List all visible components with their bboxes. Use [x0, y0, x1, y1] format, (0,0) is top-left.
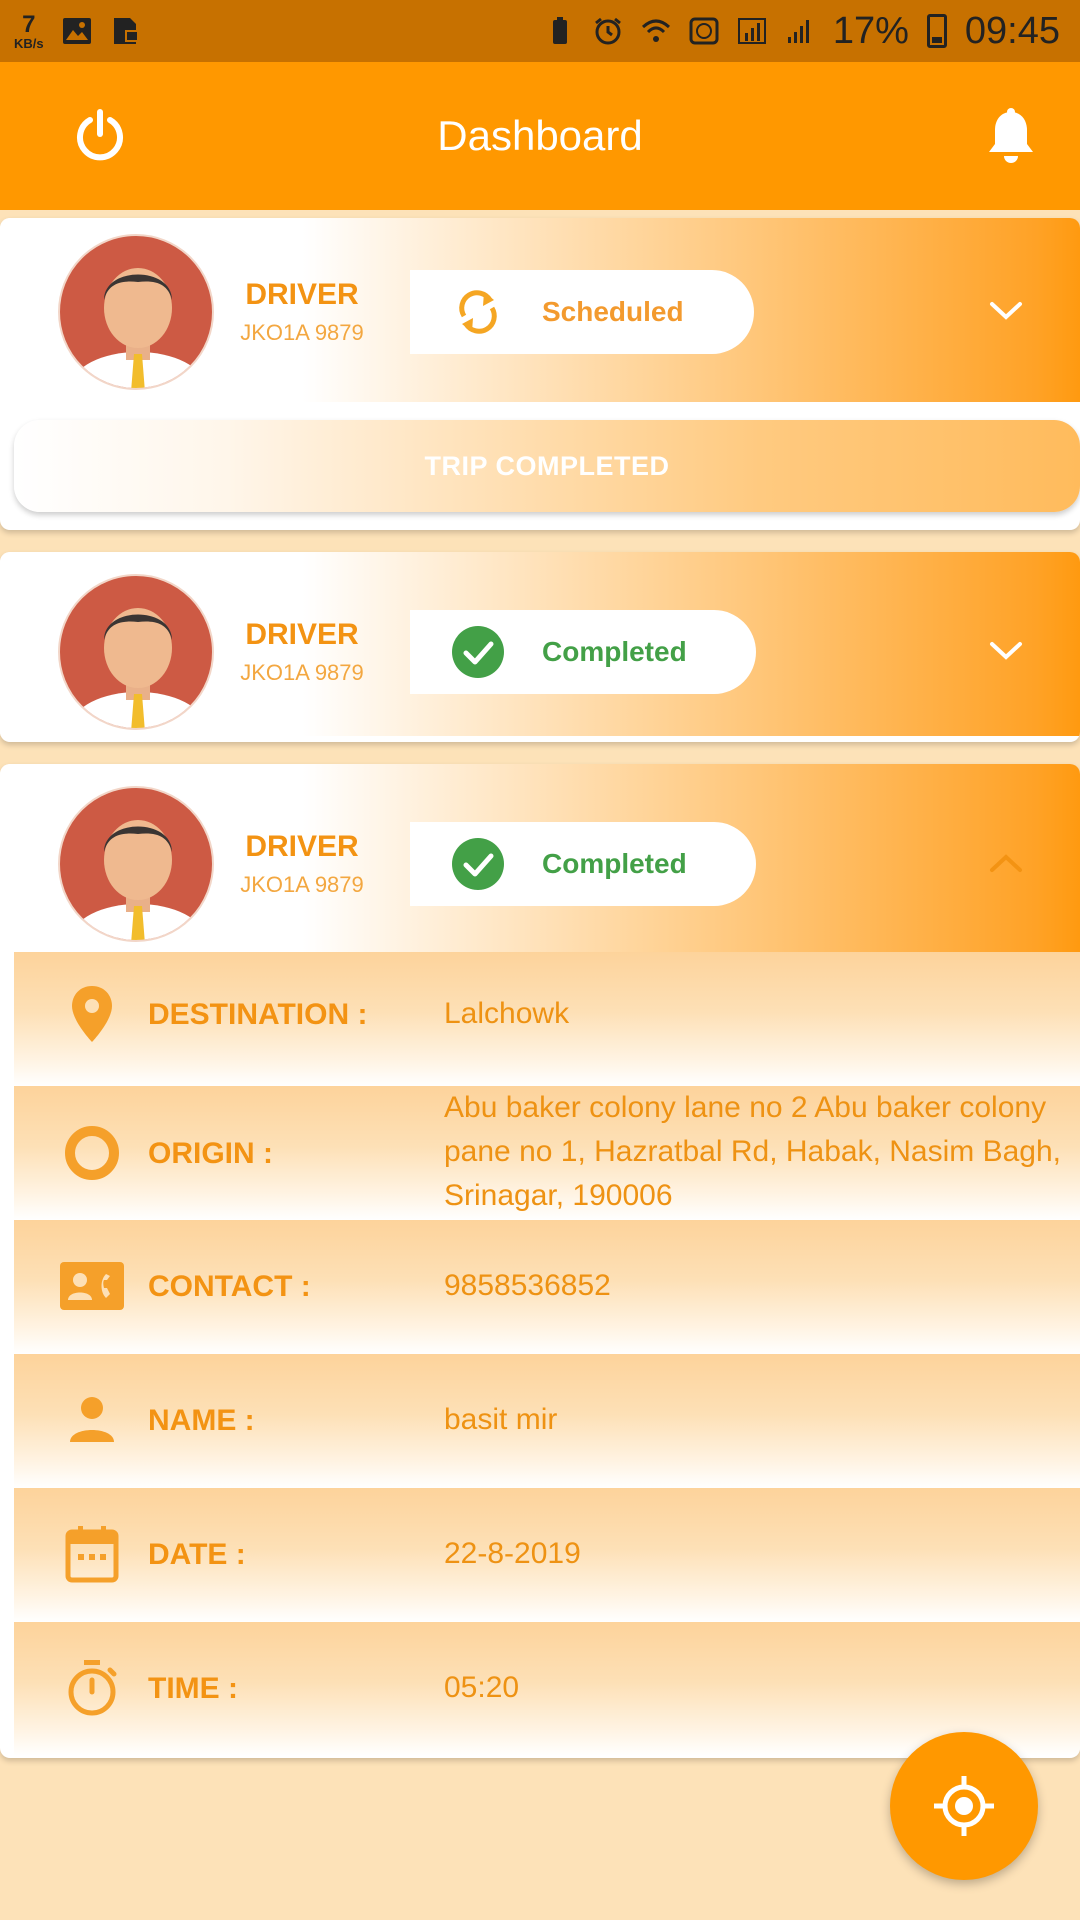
vehicle-plate: JKO1A 9879 — [240, 320, 364, 345]
person-icon — [70, 1397, 114, 1442]
driver-info: DRIVER JKO1A 9879 — [240, 830, 364, 898]
sync-icon — [459, 290, 497, 334]
driver-info: DRIVER JKO1A 9879 — [240, 618, 364, 686]
status-badge: Completed — [410, 822, 756, 906]
driver-info: DRIVER JKO1A 9879 — [240, 278, 364, 346]
driver-role: DRIVER — [245, 278, 359, 311]
chevron-down-icon[interactable] — [988, 300, 1024, 322]
status-badge: Scheduled — [410, 270, 754, 354]
app-bar: Dashboard — [0, 62, 1080, 210]
trip-completed-button[interactable]: TRIP COMPLETED — [14, 420, 1080, 512]
network-speed: 7 KB/s — [14, 10, 44, 51]
detail-label: NAME : — [148, 1404, 255, 1437]
trip-card: DRIVER JKO1A 9879 Scheduled TRIP COMPLET… — [0, 218, 1080, 530]
detail-row-contact: CONTACT : 9858536852 — [14, 1220, 1080, 1354]
status-bar: 7 KB/s 17% 09:45 — [0, 0, 1080, 62]
driver-role: DRIVER — [245, 830, 359, 863]
detail-row-name: NAME : basit mir — [14, 1354, 1080, 1488]
vehicle-plate: JKO1A 9879 — [240, 872, 364, 897]
calendar-icon — [65, 1526, 119, 1583]
page-title: Dashboard — [437, 112, 643, 159]
gallery-icon — [62, 18, 91, 44]
chevron-down-icon[interactable] — [988, 640, 1024, 662]
detail-row-origin: ORIGIN : Abu baker colony lane no 2 Abu … — [14, 1086, 1080, 1220]
my-location-button[interactable] — [890, 1732, 1038, 1880]
detail-label: DATE : — [148, 1538, 246, 1571]
stopwatch-icon — [68, 1660, 117, 1716]
detail-value: Abu baker colony lane no 2 Abu baker col… — [444, 1091, 1062, 1212]
trip-card: DRIVER JKO1A 9879 Completed — [0, 552, 1080, 742]
detail-value: basit mir — [444, 1403, 558, 1436]
trip-card-header[interactable]: DRIVER JKO1A 9879 Completed — [0, 764, 1080, 952]
check-circle-icon — [452, 838, 504, 890]
detail-label: TIME : — [148, 1672, 238, 1705]
my-location-icon — [934, 1776, 994, 1836]
ring-icon — [65, 1126, 119, 1180]
signal-bars-icon — [787, 20, 809, 43]
driver-role: DRIVER — [245, 618, 359, 651]
network-speed-unit: KB/s — [14, 35, 44, 51]
detail-row-date: DATE : 22-8-2019 — [14, 1488, 1080, 1622]
detail-value: 22-8-2019 — [444, 1537, 581, 1570]
contact-card-icon — [60, 1262, 124, 1310]
detail-label: CONTACT : — [148, 1270, 311, 1303]
power-icon[interactable] — [72, 108, 128, 164]
trip-card-header[interactable]: DRIVER JKO1A 9879 Scheduled — [0, 218, 1080, 402]
detail-label: DESTINATION : — [148, 998, 368, 1031]
vehicle-plate: JKO1A 9879 — [240, 660, 364, 685]
detail-value: Lalchowk — [444, 997, 570, 1030]
globe-icon — [689, 17, 719, 45]
battery-icon — [926, 14, 947, 48]
trip-card-expanded: DRIVER JKO1A 9879 Completed DESTINATION … — [0, 764, 1080, 1758]
bell-icon[interactable] — [986, 108, 1036, 164]
signal-icon — [737, 18, 766, 44]
detail-value[interactable]: 9858536852 — [444, 1264, 1080, 1308]
chevron-up-icon[interactable] — [988, 852, 1024, 874]
status-badge: Completed — [410, 610, 756, 694]
battery-percent: 17% — [832, 9, 909, 52]
alarm-icon — [594, 17, 621, 45]
location-pin-icon — [72, 986, 112, 1042]
detail-value: 05:20 — [444, 1671, 520, 1704]
status-label: Completed — [542, 636, 687, 667]
network-speed-value: 7 — [22, 10, 36, 38]
sd-card-lock-icon — [113, 18, 139, 44]
driver-avatar — [58, 234, 214, 390]
status-label: Completed — [542, 848, 687, 879]
trip-card-header[interactable]: DRIVER JKO1A 9879 Completed — [0, 552, 1080, 736]
status-label: Scheduled — [542, 296, 684, 327]
wifi-icon — [641, 19, 670, 42]
driver-avatar — [58, 574, 214, 730]
detail-row-time: TIME : 05:20 — [14, 1622, 1080, 1756]
detail-row-destination: DESTINATION : Lalchowk — [14, 952, 1080, 1086]
status-time: 09:45 — [964, 9, 1060, 52]
check-circle-icon — [452, 626, 504, 678]
driver-avatar — [58, 786, 214, 942]
detail-label: ORIGIN : — [148, 1137, 273, 1170]
battery-saver-icon — [552, 17, 567, 44]
